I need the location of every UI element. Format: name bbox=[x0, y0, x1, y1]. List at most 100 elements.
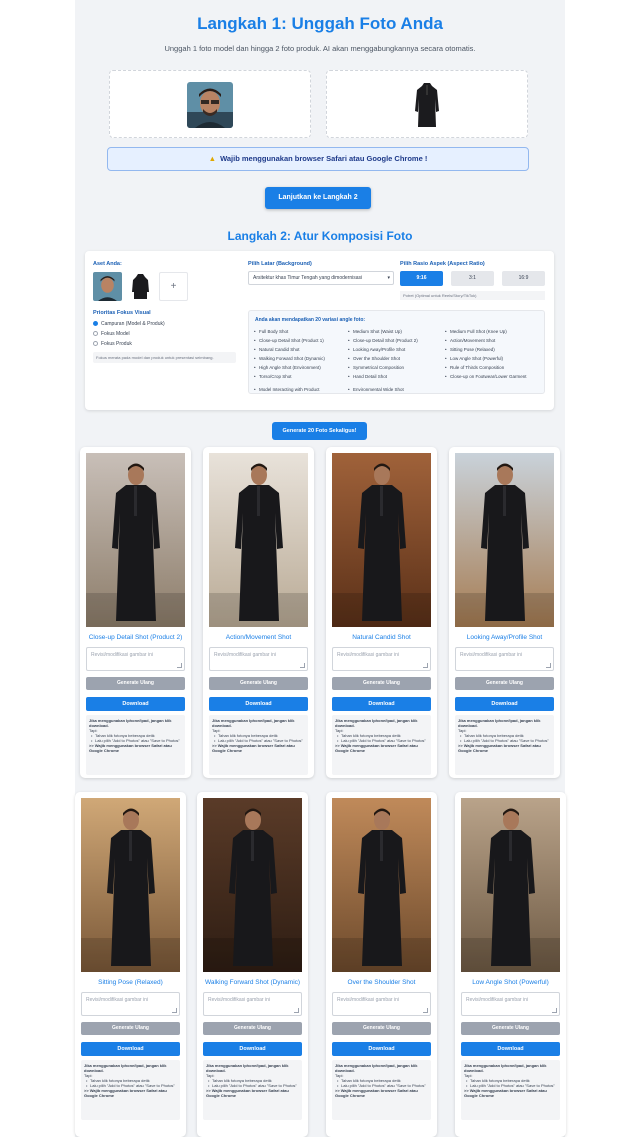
ios-info-footer: >> Wajib menggunakan browser Safari atau… bbox=[335, 1088, 418, 1098]
result-title: Over the Shoulder Shot bbox=[347, 979, 416, 986]
result-title: Sitting Pose (Relaxed) bbox=[98, 979, 163, 986]
angle-item: Over the Shoulder Shot bbox=[348, 356, 445, 362]
result-title: Looking Away/Profile Shot bbox=[466, 634, 543, 641]
ios-info-footer: >> Wajib menggunakan browser Safari atau… bbox=[84, 1088, 167, 1098]
revision-input[interactable]: Revisi/modifikasi gambar ini bbox=[81, 992, 180, 1016]
angle-item: Natural Candid Shot bbox=[254, 347, 351, 353]
revision-input[interactable]: Revisi/modifikasi gambar ini bbox=[461, 992, 560, 1016]
regenerate-button[interactable]: Generate Ulang bbox=[209, 677, 308, 690]
result-image[interactable] bbox=[455, 453, 554, 627]
result-image[interactable] bbox=[203, 798, 302, 972]
angle-item: Looking Away/Profile Shot bbox=[348, 347, 445, 353]
ios-info-box: Jika menggunakan Iphone/Ipad, jangan kli… bbox=[81, 1060, 180, 1120]
angle-item: Environmental Wide Shot bbox=[348, 387, 445, 393]
ios-info-item: Lalu pilih "Add to Photos" atau "Save to… bbox=[89, 738, 182, 743]
result-card: Looking Away/Profile Shot Revisi/modifika… bbox=[449, 447, 560, 778]
download-button[interactable]: Download bbox=[455, 697, 554, 711]
regenerate-button[interactable]: Generate Ulang bbox=[332, 677, 431, 690]
download-button[interactable]: Download bbox=[461, 1042, 560, 1056]
regenerate-button[interactable]: Generate Ulang bbox=[332, 1022, 431, 1035]
step2-title: Langkah 2: Atur Komposisi Foto bbox=[227, 229, 413, 243]
angles-list: Anda akan mendapatkan 20 variasi angle f… bbox=[248, 310, 545, 394]
ios-info-title: Jika menggunakan Iphone/Ipad, jangan kli… bbox=[89, 718, 172, 728]
revision-input[interactable]: Revisi/modifikasi gambar ini bbox=[332, 992, 431, 1016]
ios-info-box: Jika menggunakan Iphone/Ipad, jangan kli… bbox=[461, 1060, 560, 1120]
step1-subtitle: Unggah 1 foto model dan hingga 2 foto pr… bbox=[164, 44, 476, 53]
angle-item: Medium Shot (Waist Up) bbox=[348, 329, 445, 335]
angle-item: Walking Forward Shot (Dynamic) bbox=[254, 356, 351, 362]
page: Langkah 1: Unggah Foto Anda Unggah 1 fot… bbox=[75, 0, 566, 1137]
angle-item: Close-up Detail Shot (Product 2) bbox=[348, 338, 445, 344]
asset-model-thumbnail[interactable] bbox=[93, 272, 122, 301]
result-image[interactable] bbox=[86, 453, 185, 627]
asset-product-thumbnail[interactable] bbox=[126, 272, 155, 301]
ratio-option-16-9[interactable]: 16:9 bbox=[502, 271, 545, 286]
step1-title: Langkah 1: Unggah Foto Anda bbox=[197, 14, 443, 33]
generate-all-button[interactable]: Generate 20 Foto Sekaligus! bbox=[272, 422, 367, 440]
result-card: Sitting Pose (Relaxed) Revisi/modifikasi … bbox=[75, 792, 186, 1137]
ios-info-box: Jika menggunakan Iphone/Ipad, jangan kli… bbox=[209, 715, 308, 775]
ios-info-footer: >> Wajib menggunakan browser Safari atau… bbox=[212, 743, 295, 753]
result-card: Close-up Detail Shot (Product 2) Revisi/m… bbox=[80, 447, 191, 778]
regenerate-button[interactable]: Generate Ulang bbox=[81, 1022, 180, 1035]
angle-item: Hand Detail Shot bbox=[348, 374, 445, 380]
radio-selected-icon bbox=[93, 321, 98, 327]
angle-item: Medium Full Shot (Knee Up) bbox=[445, 329, 542, 335]
regenerate-button[interactable]: Generate Ulang bbox=[461, 1022, 560, 1035]
result-title: Natural Candid Shot bbox=[352, 634, 411, 641]
ios-info-item: Lalu pilih "Add to Photos" atau "Save to… bbox=[335, 1083, 428, 1088]
result-card: Natural Candid Shot Revisi/modifikasi gam… bbox=[326, 447, 437, 778]
model-upload-box[interactable] bbox=[109, 70, 311, 138]
result-card: Over the Shoulder Shot Revisi/modifikasi … bbox=[326, 792, 437, 1137]
result-image[interactable] bbox=[81, 798, 180, 972]
download-button[interactable]: Download bbox=[81, 1042, 180, 1056]
ios-info-title: Jika menggunakan Iphone/Ipad, jangan kli… bbox=[84, 1063, 167, 1073]
result-title: Close-up Detail Shot (Product 2) bbox=[88, 634, 183, 641]
download-button[interactable]: Download bbox=[209, 697, 308, 711]
angle-item: High Angle Shot (Environment) bbox=[254, 365, 351, 371]
result-image[interactable] bbox=[332, 798, 431, 972]
regenerate-button[interactable]: Generate Ulang bbox=[86, 677, 185, 690]
ios-info-footer: >> Wajib menggunakan browser Safari atau… bbox=[458, 743, 541, 753]
ios-info-box: Jika menggunakan Iphone/Ipad, jangan kli… bbox=[86, 715, 185, 775]
background-select[interactable]: Arsitektur khas Timur Tengah yang dimode… bbox=[248, 271, 394, 285]
product-upload-box[interactable] bbox=[326, 70, 528, 138]
focus-option-product[interactable]: Fokus Produk bbox=[93, 341, 132, 347]
revision-input[interactable]: Revisi/modifikasi gambar ini bbox=[209, 647, 308, 671]
angle-item: Model Interacting with Product bbox=[254, 387, 351, 393]
download-button[interactable]: Download bbox=[203, 1042, 302, 1056]
focus-option-model[interactable]: Fokus Model bbox=[93, 331, 130, 337]
revision-input[interactable]: Revisi/modifikasi gambar ini bbox=[86, 647, 185, 671]
ratio-note: Potret (Optimal untuk Reels/Story/TikTok… bbox=[400, 291, 545, 300]
regenerate-button[interactable]: Generate Ulang bbox=[203, 1022, 302, 1035]
ios-info-footer: >> Wajib menggunakan browser Safari atau… bbox=[464, 1088, 547, 1098]
radio-icon bbox=[93, 331, 98, 337]
ios-info-footer: >> Wajib menggunakan browser Safari atau… bbox=[89, 743, 172, 753]
revision-input[interactable]: Revisi/modifikasi gambar ini bbox=[332, 647, 431, 671]
result-title: Low Angle Shot (Powerful) bbox=[472, 979, 549, 986]
next-step-button[interactable]: Lanjutkan ke Langkah 2 bbox=[265, 187, 371, 209]
ratio-option-9-16[interactable]: 9:16 bbox=[400, 271, 443, 286]
download-button[interactable]: Download bbox=[332, 697, 431, 711]
result-image[interactable] bbox=[332, 453, 431, 627]
add-asset-button[interactable]: + bbox=[159, 272, 188, 301]
ios-info-box: Jika menggunakan Iphone/Ipad, jangan kli… bbox=[455, 715, 554, 775]
result-image[interactable] bbox=[461, 798, 560, 972]
download-button[interactable]: Download bbox=[332, 1042, 431, 1056]
regenerate-button[interactable]: Generate Ulang bbox=[455, 677, 554, 690]
ios-info-item: Lalu pilih "Add to Photos" atau "Save to… bbox=[212, 738, 305, 743]
ios-info-title: Jika menggunakan Iphone/Ipad, jangan kli… bbox=[212, 718, 295, 728]
revision-input[interactable]: Revisi/modifikasi gambar ini bbox=[455, 647, 554, 671]
ios-info-item: Lalu pilih "Add to Photos" atau "Save to… bbox=[335, 738, 428, 743]
focus-option-mixed[interactable]: Campuran (Model & Produk) bbox=[93, 321, 165, 327]
download-button[interactable]: Download bbox=[86, 697, 185, 711]
ios-info-box: Jika menggunakan Iphone/Ipad, jangan kli… bbox=[203, 1060, 302, 1120]
ios-info-box: Jika menggunakan Iphone/Ipad, jangan kli… bbox=[332, 715, 431, 775]
ios-info-item: Lalu pilih "Add to Photos" atau "Save to… bbox=[458, 738, 551, 743]
revision-input[interactable]: Revisi/modifikasi gambar ini bbox=[203, 992, 302, 1016]
ratio-option-3-1[interactable]: 3:1 bbox=[451, 271, 494, 286]
ios-info-title: Jika menggunakan Iphone/Ipad, jangan kli… bbox=[458, 718, 541, 728]
result-image[interactable] bbox=[209, 453, 308, 627]
ios-info-title: Jika menggunakan Iphone/Ipad, jangan kli… bbox=[206, 1063, 289, 1073]
chevron-down-icon: ▾ bbox=[387, 275, 390, 281]
